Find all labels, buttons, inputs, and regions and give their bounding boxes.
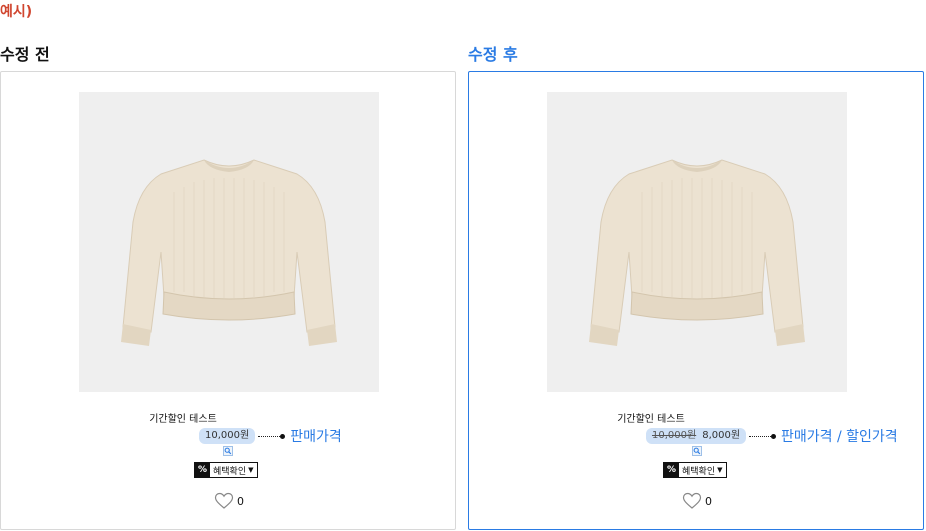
callout-dot xyxy=(771,433,777,439)
product-image[interactable] xyxy=(547,92,847,392)
sweater-image xyxy=(547,92,847,392)
product-name[interactable]: 기간할인 테스트 xyxy=(1,410,455,425)
like-count: 0 xyxy=(705,494,712,508)
benefit-label: 혜택확인 xyxy=(213,466,247,477)
price-row: 10,000원 판매가격 xyxy=(199,427,342,445)
heart-icon xyxy=(682,492,702,509)
heart-icon xyxy=(214,492,234,509)
benefit-badge: % xyxy=(664,463,679,477)
zoom-icon xyxy=(224,447,232,455)
price-pill: 10,000원 8,000원 xyxy=(646,428,747,444)
benefit-button[interactable]: % 혜택확인 ▼ xyxy=(663,462,727,478)
callout-line xyxy=(749,435,772,437)
before-panel: 기간할인 테스트 10,000원 판매가격 % 혜택확인 ▼ 0 xyxy=(0,71,456,530)
example-label: 예시) xyxy=(0,4,33,20)
caret-down-icon: ▼ xyxy=(248,466,254,474)
benefit-badge: % xyxy=(195,463,210,477)
price-callout: 판매가격 / 할인가격 xyxy=(781,429,898,445)
zoom-icon xyxy=(693,447,701,455)
like-button[interactable]: 0 xyxy=(214,492,244,510)
price-pill: 10,000원 xyxy=(199,428,256,444)
sale-price: 8,000원 xyxy=(702,430,741,441)
callout-dot xyxy=(280,433,286,439)
zoom-button[interactable] xyxy=(692,446,702,456)
benefit-label: 혜택확인 xyxy=(682,466,716,477)
zoom-button[interactable] xyxy=(223,446,233,456)
original-price: 10,000원 xyxy=(652,430,697,441)
before-title: 수정 전 xyxy=(0,45,50,64)
product-name[interactable]: 기간할인 테스트 xyxy=(469,410,923,425)
after-panel: 기간할인 테스트 10,000원 8,000원 판매가격 / 할인가격 % 혜택확… xyxy=(468,71,924,530)
product-image[interactable] xyxy=(79,92,379,392)
like-count: 0 xyxy=(237,494,244,508)
like-button[interactable]: 0 xyxy=(682,492,712,510)
price-row: 10,000원 8,000원 판매가격 / 할인가격 xyxy=(646,427,898,445)
caret-down-icon: ▼ xyxy=(717,466,723,474)
sweater-image xyxy=(79,92,379,392)
after-title: 수정 후 xyxy=(468,45,518,64)
benefit-button[interactable]: % 혜택확인 ▼ xyxy=(194,462,258,478)
callout-line xyxy=(258,435,281,437)
price-callout: 판매가격 xyxy=(290,429,342,445)
